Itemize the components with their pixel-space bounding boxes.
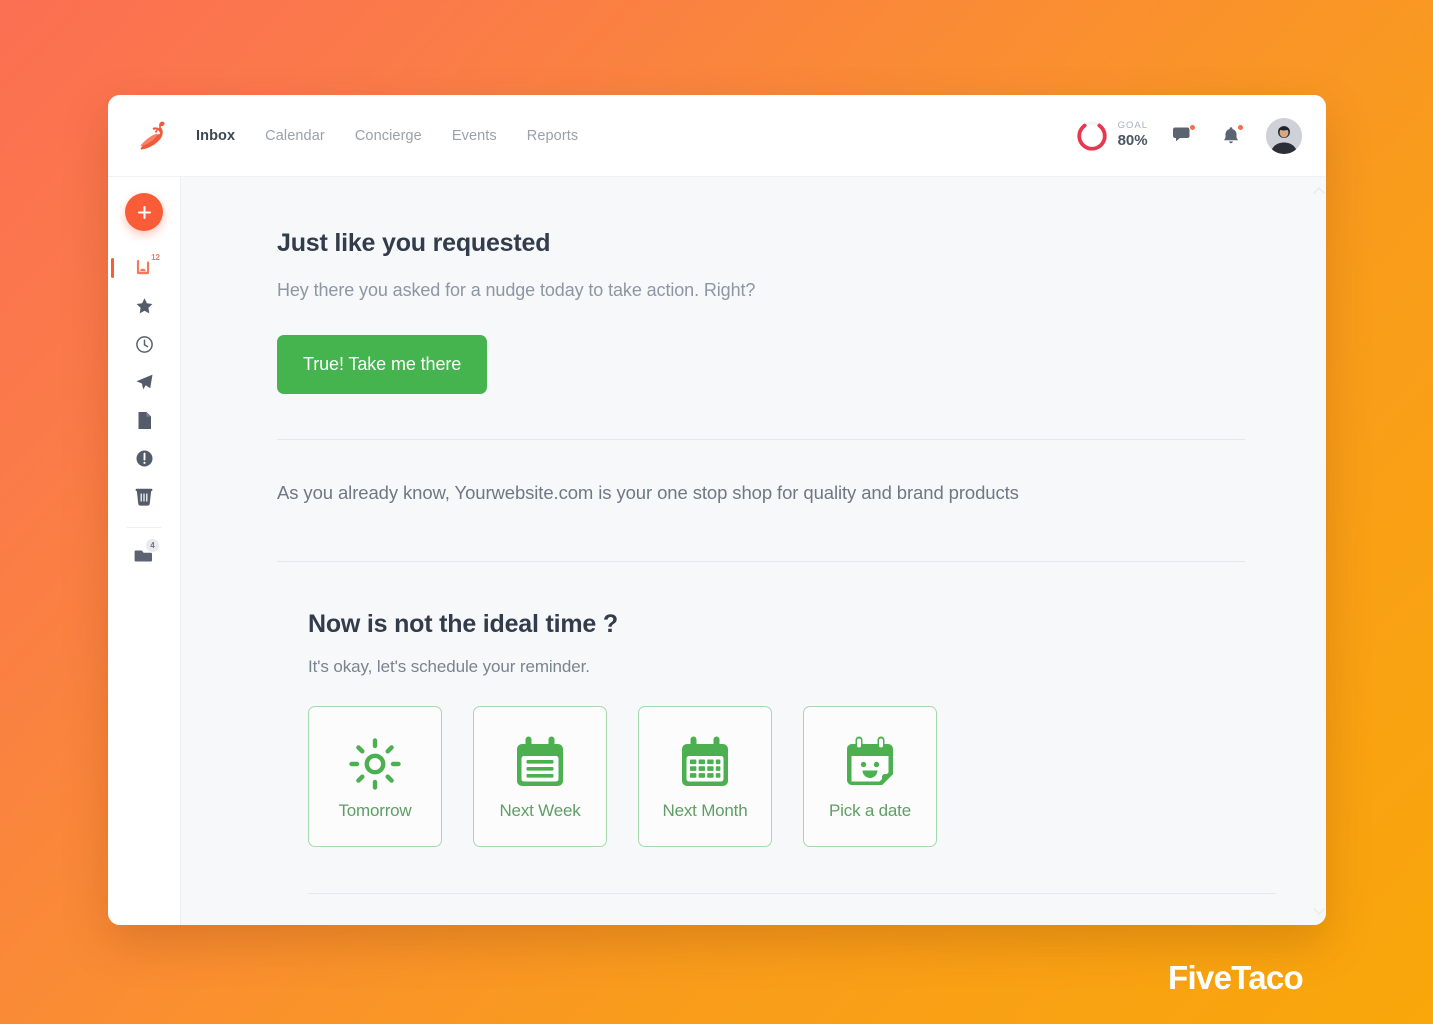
sidebar-item-trash[interactable]	[118, 477, 170, 515]
goal-progress[interactable]: GOAL 80%	[1075, 119, 1148, 153]
schedule-option-label: Next Week	[499, 800, 581, 820]
sidebar-item-sent[interactable]	[118, 363, 170, 401]
clock-icon	[135, 335, 153, 353]
sidebar-item-spam[interactable]	[118, 439, 170, 477]
bell-unread-badge	[1237, 123, 1244, 131]
schedule-options: Tomorrow Next Week Next Month Pick a dat…	[308, 706, 1266, 848]
sidebar-item-labels[interactable]: 4	[118, 536, 170, 574]
scroll-down-arrow-icon[interactable]	[1313, 903, 1325, 915]
goal-ring-icon	[1076, 120, 1107, 151]
document-icon	[138, 411, 151, 429]
goal-value: 80%	[1117, 132, 1148, 150]
page-title: Just like you requested	[277, 229, 551, 257]
schedule-option-next-week[interactable]: Next Week	[473, 706, 607, 848]
top-navigation-bar: Inbox Calendar Concierge Events Reports …	[108, 95, 1326, 177]
bell-icon[interactable]	[1218, 123, 1244, 149]
plus-icon	[137, 205, 151, 219]
schedule-option-next-month[interactable]: Next Month	[638, 706, 772, 848]
labels-badge: 4	[146, 539, 159, 552]
sun-icon	[347, 733, 403, 795]
schedule-option-tomorrow[interactable]: Tomorrow	[308, 706, 442, 848]
sidebar-divider	[127, 527, 161, 528]
active-indicator	[111, 258, 114, 278]
alert-circle-icon	[136, 450, 152, 466]
schedule-option-pick-a-date[interactable]: Pick a date	[803, 706, 937, 848]
app-window: Inbox Calendar Concierge Events Reports …	[108, 95, 1326, 925]
top-nav-items: Inbox Calendar Concierge Events Reports	[196, 128, 578, 144]
footer-wordmark: FiveTaco	[1167, 959, 1304, 996]
trash-icon	[135, 488, 153, 506]
schedule-option-label: Next Month	[662, 800, 748, 820]
calendar-smiley-icon	[842, 733, 898, 795]
schedule-option-label: Tomorrow	[338, 800, 412, 820]
take-me-there-button[interactable]: True! Take me there	[277, 335, 488, 394]
message-content-pane: Just like you requested Hey there you as…	[180, 177, 1326, 925]
scroll-up-arrow-icon[interactable]	[1313, 187, 1325, 199]
goal-label: GOAL	[1117, 120, 1148, 132]
page-lead-text: Hey there you asked for a nudge today to…	[277, 280, 756, 300]
nav-item-reports[interactable]: Reports	[527, 128, 578, 144]
schedule-option-label: Pick a date	[829, 800, 911, 820]
top-bar-actions: GOAL 80%	[1075, 117, 1302, 154]
content-scrollbar[interactable]	[1312, 177, 1326, 925]
message-body-text: As you already know, Yourwebsite.com is …	[277, 482, 1019, 503]
calendar-grid-icon	[677, 733, 733, 795]
chat-bubble-icon[interactable]	[1170, 123, 1196, 149]
nav-item-calendar[interactable]: Calendar	[265, 128, 325, 144]
section-divider-3	[308, 893, 1276, 895]
sidebar-item-drafts[interactable]	[118, 401, 170, 439]
left-sidebar: 12 4	[108, 177, 180, 925]
schedule-heading: Now is not the ideal time ?	[308, 610, 618, 639]
inbox-badge: 12	[151, 253, 160, 262]
chat-unread-badge	[1189, 123, 1196, 131]
sidebar-item-starred[interactable]	[118, 287, 170, 325]
sidebar-item-inbox[interactable]: 12	[111, 249, 170, 287]
nav-item-events[interactable]: Events	[452, 128, 497, 144]
sidebar-item-snoozed[interactable]	[118, 325, 170, 363]
chili-pepper-icon[interactable]	[130, 119, 176, 153]
user-avatar[interactable]	[1266, 117, 1302, 154]
schedule-section: Now is not the ideal time ? It's okay, l…	[277, 562, 1276, 895]
add-new-button[interactable]	[125, 193, 163, 231]
nav-item-inbox[interactable]: Inbox	[196, 128, 235, 144]
window-body: 12 4 Just like you requested Hey there y…	[108, 177, 1326, 925]
schedule-subtext: It's okay, let's schedule your reminder.	[308, 657, 590, 677]
calendar-lines-icon	[512, 733, 568, 795]
send-icon	[136, 374, 152, 389]
nav-item-concierge[interactable]: Concierge	[355, 128, 422, 144]
star-icon	[136, 298, 152, 314]
